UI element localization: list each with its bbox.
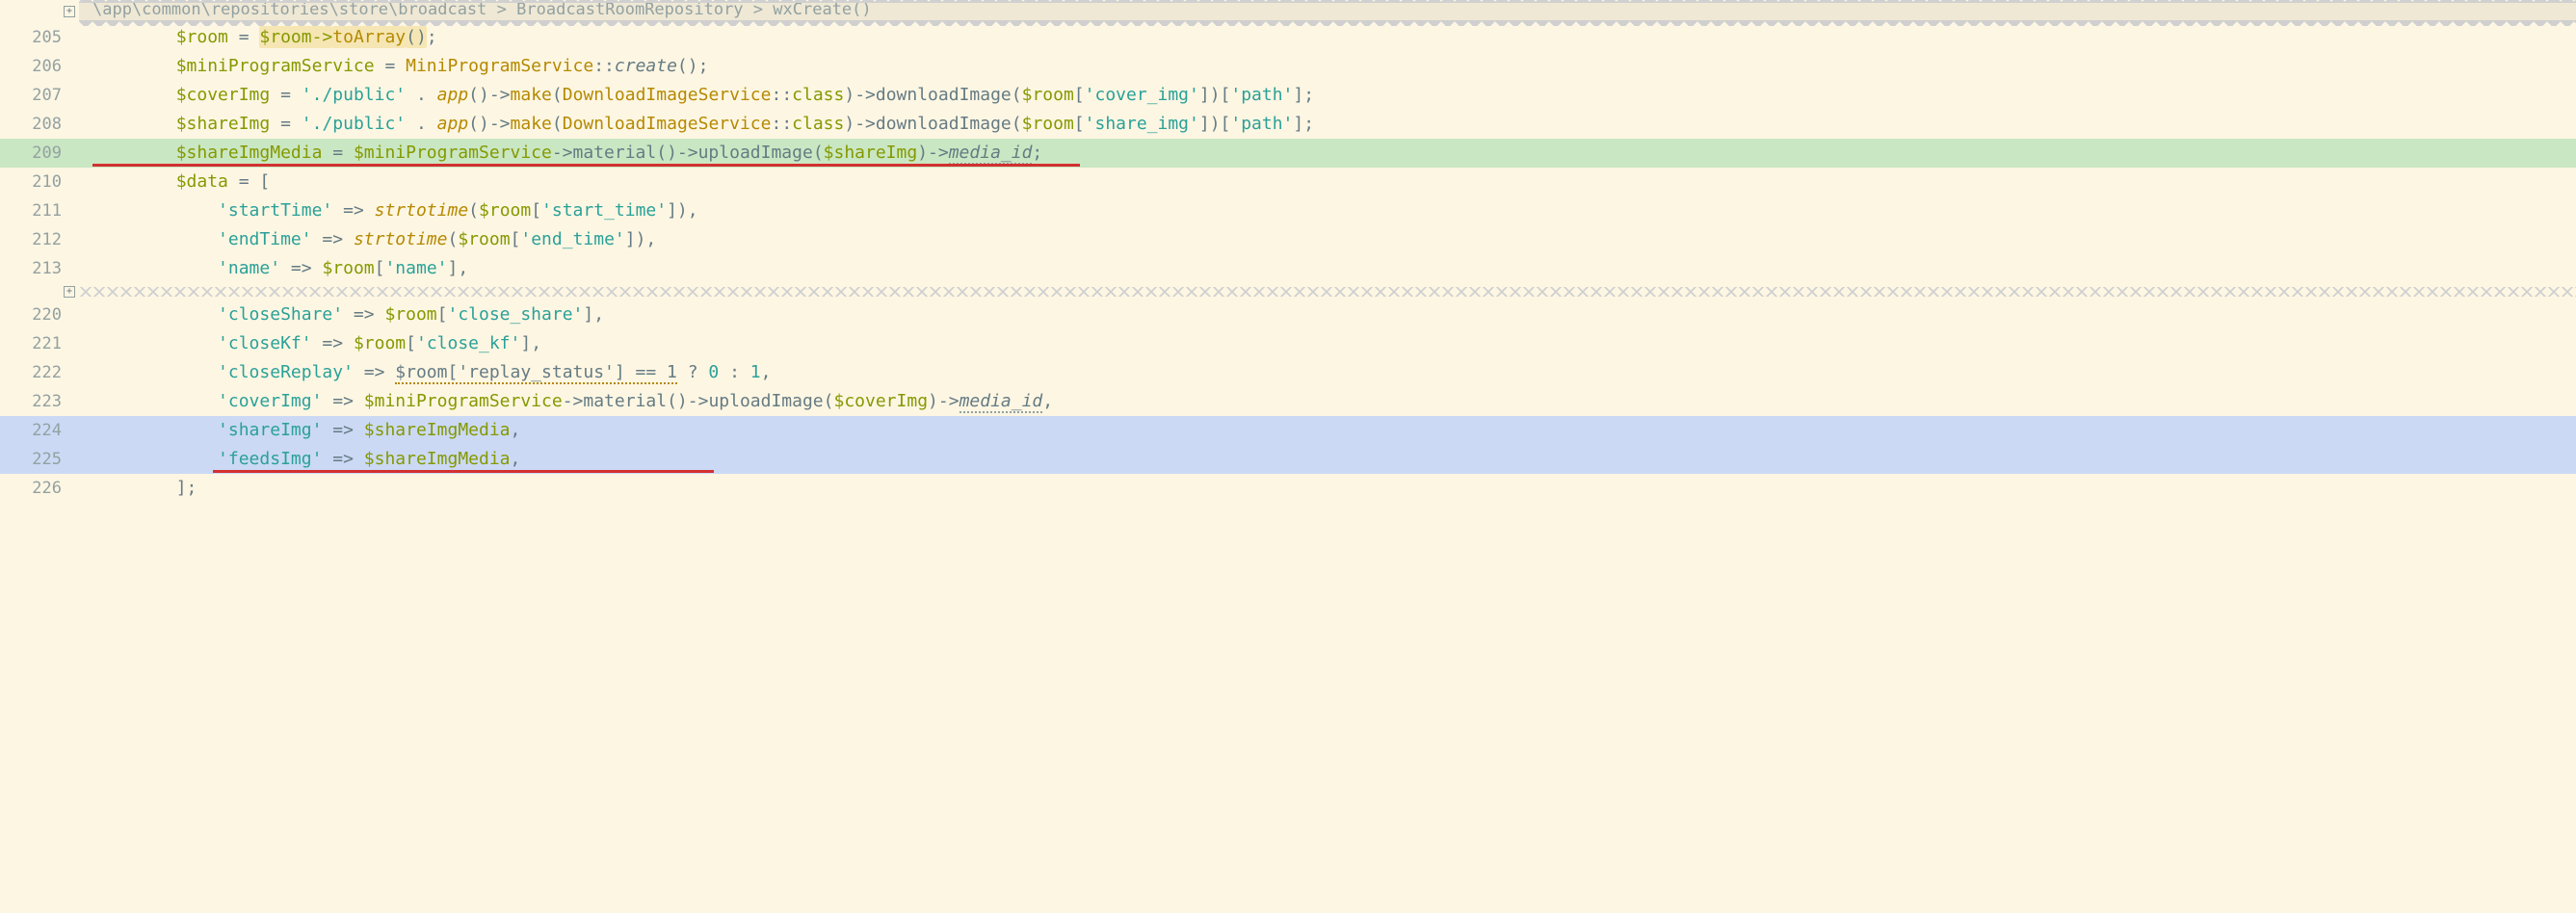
code-content[interactable]: 'name' => $room['name'], xyxy=(79,254,2576,283)
code-line[interactable]: 210 $data = [ xyxy=(0,168,2576,196)
code-line[interactable]: 205 $room = $room->toArray(); xyxy=(0,23,2576,52)
line-number[interactable]: 212 xyxy=(0,225,79,254)
code-line[interactable]: 224 'shareImg' => $shareImgMedia, xyxy=(0,416,2576,445)
code-content[interactable]: 'closeReplay' => $room['replay_status'] … xyxy=(79,358,2576,387)
code-content[interactable]: $room = $room->toArray(); xyxy=(79,23,2576,52)
code-line[interactable]: 207 $coverImg = './public' . app()->make… xyxy=(0,81,2576,110)
code-content[interactable]: 'coverImg' => $miniProgramService->mater… xyxy=(79,387,2576,416)
code-line[interactable]: 206 $miniProgramService = MiniProgramSer… xyxy=(0,52,2576,81)
code-line[interactable]: 211 'startTime' => strtotime($room['star… xyxy=(0,196,2576,225)
code-content[interactable]: 'endTime' => strtotime($room['end_time']… xyxy=(79,225,2576,254)
code-content[interactable]: 'startTime' => strtotime($room['start_ti… xyxy=(79,196,2576,225)
code-content[interactable]: $data = [ xyxy=(79,168,2576,196)
line-number[interactable]: 210 xyxy=(0,168,79,196)
breadcrumb-row: + \app\common\repositories\store\broadca… xyxy=(0,0,2576,23)
line-number[interactable]: 225 xyxy=(0,445,79,474)
line-number[interactable]: 208 xyxy=(0,110,79,139)
expand-fold-icon[interactable]: + xyxy=(64,6,75,17)
code-content[interactable]: 'shareImg' => $shareImgMedia, xyxy=(79,416,2576,445)
code-line[interactable]: 221 'closeKf' => $room['close_kf'], xyxy=(0,329,2576,358)
fold-separator: + xyxy=(0,283,2576,300)
line-number[interactable]: 209 xyxy=(0,139,79,168)
code-content[interactable]: 'closeShare' => $room['close_share'], xyxy=(79,300,2576,329)
red-underline-annotation xyxy=(92,164,1080,167)
code-line[interactable]: 223 'coverImg' => $miniProgramService->m… xyxy=(0,387,2576,416)
code-line[interactable]: 226 ]; xyxy=(0,474,2576,503)
code-line[interactable]: 208 $shareImg = './public' . app()->make… xyxy=(0,110,2576,139)
line-number[interactable]: 220 xyxy=(0,300,79,329)
code-content[interactable]: $shareImgMedia = $miniProgramService->ma… xyxy=(79,139,2576,168)
line-number[interactable]: 221 xyxy=(0,329,79,358)
code-line[interactable]: 209 $shareImgMedia = $miniProgramService… xyxy=(0,139,2576,168)
code-line[interactable]: 212 'endTime' => strtotime($room['end_ti… xyxy=(0,225,2576,254)
code-line[interactable]: 213 'name' => $room['name'], xyxy=(0,254,2576,283)
line-number[interactable]: 223 xyxy=(0,387,79,416)
code-content[interactable]: $shareImg = './public' . app()->make(Dow… xyxy=(79,110,2576,139)
line-number[interactable]: 207 xyxy=(0,81,79,110)
code-content[interactable]: $coverImg = './public' . app()->make(Dow… xyxy=(79,81,2576,110)
line-number[interactable]: 224 xyxy=(0,416,79,445)
line-number[interactable]: 205 xyxy=(0,23,79,52)
code-line[interactable]: 222 'closeReplay' => $room['replay_statu… xyxy=(0,358,2576,387)
code-line[interactable]: 225 'feedsImg' => $shareImgMedia, xyxy=(0,445,2576,474)
code-content[interactable]: 'feedsImg' => $shareImgMedia, xyxy=(79,445,2576,474)
expand-fold-icon[interactable]: + xyxy=(64,286,75,298)
code-content[interactable]: ]; xyxy=(79,474,2576,503)
code-content[interactable]: 'closeKf' => $room['close_kf'], xyxy=(79,329,2576,358)
code-block-2[interactable]: 220 'closeShare' => $room['close_share']… xyxy=(0,300,2576,503)
line-number[interactable]: 211 xyxy=(0,196,79,225)
code-editor[interactable]: + \app\common\repositories\store\broadca… xyxy=(0,0,2576,503)
line-number[interactable]: 206 xyxy=(0,52,79,81)
code-line[interactable]: 220 'closeShare' => $room['close_share']… xyxy=(0,300,2576,329)
code-content[interactable]: $miniProgramService = MiniProgramService… xyxy=(79,52,2576,81)
line-number[interactable]: 226 xyxy=(0,474,79,503)
line-number[interactable]: 222 xyxy=(0,358,79,387)
red-underline-annotation xyxy=(213,470,714,473)
code-block-1[interactable]: 205 $room = $room->toArray();206 $miniPr… xyxy=(0,23,2576,283)
line-number[interactable]: 213 xyxy=(0,254,79,283)
